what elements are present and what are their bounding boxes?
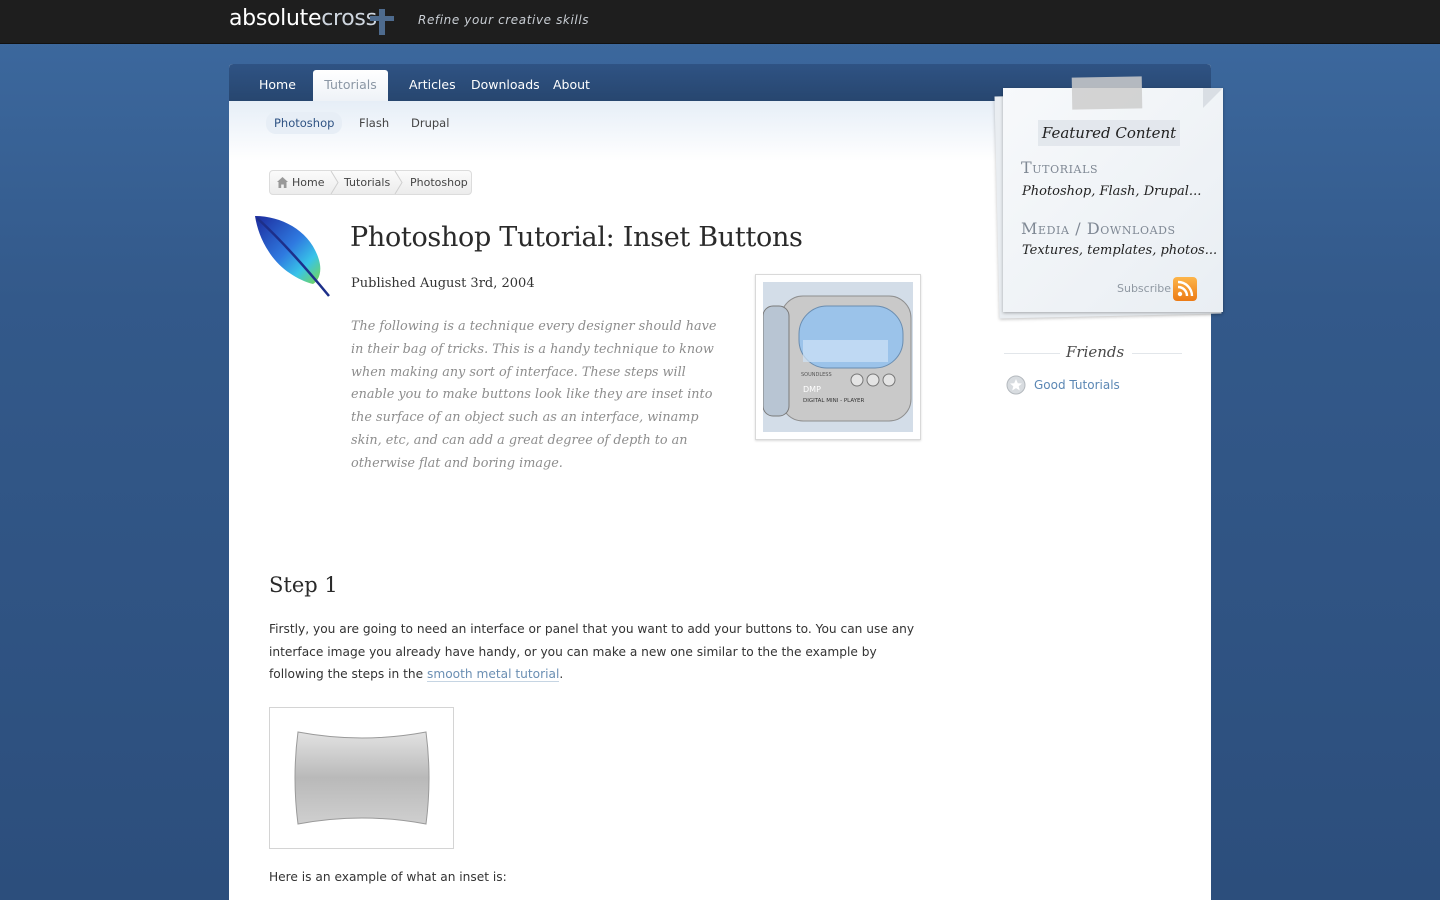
inset-example-text: Here is an example of what an inset is:	[269, 870, 507, 884]
subnav-photoshop[interactable]: Photoshop	[266, 112, 343, 134]
step-1-text: Firstly, you are going to need an interf…	[269, 618, 929, 686]
logo-text-bold: absolute	[229, 6, 322, 31]
featured-tutorials-sub: Photoshop, Flash, Drupal...	[1022, 184, 1202, 199]
site-logo[interactable]: absolutecross	[229, 6, 377, 31]
subnav-drupal[interactable]: Drupal	[411, 116, 449, 130]
thumb-label-brand: SOUNDLESS	[801, 372, 832, 378]
logo-text-light: cross	[321, 6, 377, 31]
tape-decoration	[1071, 76, 1143, 110]
site-tagline: Refine your creative skills	[418, 13, 590, 27]
friends-divider-left	[1004, 353, 1060, 354]
featured-media-sub: Textures, templates, photos...	[1022, 243, 1218, 258]
published-date: Published August 3rd, 2004	[351, 276, 535, 291]
friends-heading: Friends	[1066, 343, 1125, 361]
feather-icon	[255, 216, 330, 297]
featured-tutorials-link[interactable]: Tutorials	[1021, 158, 1098, 177]
friends-divider-right	[1132, 353, 1182, 354]
breadcrumb-home[interactable]: Home	[292, 176, 324, 189]
nav-about[interactable]: About	[553, 77, 590, 92]
thumb-label-name: DIGITAL MINI - PLAYER	[803, 398, 865, 404]
page-title: Photoshop Tutorial: Inset Buttons	[350, 222, 803, 253]
nav-tutorials[interactable]: Tutorials	[313, 70, 388, 101]
rss-icon[interactable]	[1173, 277, 1197, 301]
nav-downloads[interactable]: Downloads	[471, 77, 540, 92]
smooth-metal-tutorial-link[interactable]: smooth metal tutorial	[427, 667, 560, 683]
breadcrumb-current: Photoshop	[410, 176, 468, 189]
article-intro: The following is a technique every desig…	[351, 319, 717, 471]
thumb-label-model: DMP	[803, 385, 821, 394]
featured-media-link[interactable]: Media / Downloads	[1021, 219, 1176, 238]
home-icon	[277, 177, 288, 188]
breadcrumb-tutorials[interactable]: Tutorials	[344, 176, 390, 189]
step-1-body: Firstly, you are going to need an interf…	[269, 622, 915, 682]
nav-articles[interactable]: Articles	[409, 77, 456, 92]
step-1-heading: Step 1	[269, 573, 338, 597]
subnav-flash[interactable]: Flash	[359, 116, 389, 130]
metal-panel-image	[294, 731, 430, 825]
friend-link-good-tutorials[interactable]: Good Tutorials	[1034, 378, 1120, 392]
breadcrumb-separator	[394, 171, 403, 194]
breadcrumb-separator	[330, 171, 339, 194]
article-thumbnail[interactable]: SOUNDLESS DMP DIGITAL MINI - PLAYER	[755, 274, 921, 440]
top-bar: absolutecross Refine your creative skill…	[0, 0, 1440, 44]
star-badge-icon	[1006, 375, 1026, 395]
media-player-image: SOUNDLESS DMP DIGITAL MINI - PLAYER	[763, 282, 913, 432]
step-1-period: .	[559, 667, 564, 682]
featured-content-title: Featured Content	[1038, 120, 1180, 146]
nav-home[interactable]: Home	[259, 77, 296, 92]
breadcrumb: Home Tutorials Photoshop	[269, 170, 472, 195]
metal-panel-image-frame[interactable]	[269, 707, 454, 849]
subscribe-link[interactable]: Subscribe	[1117, 282, 1171, 295]
note-folded-corner	[1203, 88, 1223, 108]
cross-logo-icon	[370, 9, 394, 35]
